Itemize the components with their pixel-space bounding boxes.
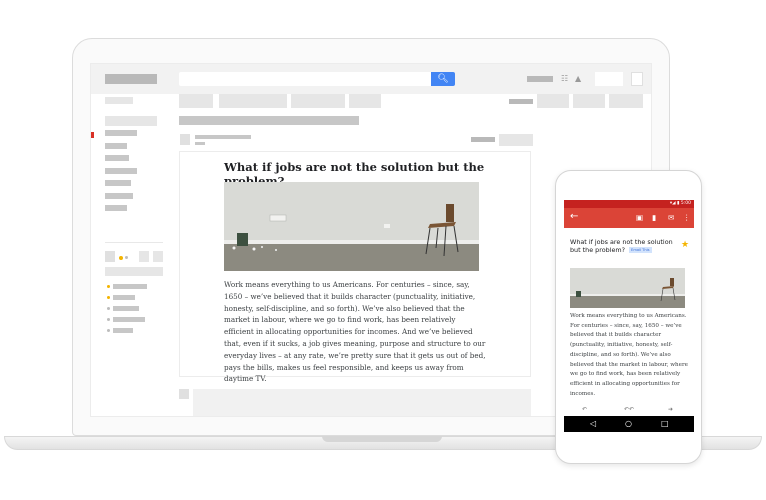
- nav-item[interactable]: [105, 168, 137, 174]
- nav-item[interactable]: [105, 193, 133, 199]
- date-placeholder: [471, 137, 495, 142]
- nav-item[interactable]: [105, 180, 131, 186]
- top-bar: 🔍︎ ☷ ▲: [91, 64, 651, 94]
- phone-nav-bar: ◁ ○ □: [564, 416, 694, 432]
- account-icon[interactable]: [631, 72, 643, 86]
- toolbar-button[interactable]: [291, 94, 345, 108]
- reply-icon[interactable]: ↶: [582, 406, 587, 413]
- laptop-notch: [322, 436, 442, 442]
- nav-back-icon[interactable]: ◁: [590, 418, 596, 430]
- contact-item[interactable]: [113, 317, 145, 322]
- nav-item[interactable]: [105, 143, 127, 149]
- empty-room-illustration: [570, 268, 685, 308]
- nav-header-placeholder: [105, 116, 157, 126]
- search-input[interactable]: [179, 72, 455, 86]
- contact-dot: [107, 285, 110, 288]
- phone-subject-text: What if jobs are not the solution but th…: [570, 238, 673, 255]
- compose-button[interactable]: [105, 97, 133, 104]
- message-body: Work means everything to us Americans. F…: [224, 280, 486, 384]
- signal-icon: ▾◢ ▮: [669, 201, 681, 206]
- contact-dot: [107, 307, 110, 310]
- apps-grid-icon[interactable]: ☷: [561, 74, 568, 84]
- forward-icon[interactable]: ➜: [668, 406, 673, 413]
- mail-icon[interactable]: ✉: [668, 212, 674, 223]
- reply-avatar: [179, 389, 189, 399]
- status-time: 5:00: [680, 201, 691, 206]
- nav-item[interactable]: [105, 155, 129, 161]
- contact-item[interactable]: [113, 284, 147, 289]
- pager-button[interactable]: [573, 94, 605, 108]
- sender-avatar: [180, 134, 190, 145]
- nav-item-inbox[interactable]: [105, 130, 137, 136]
- account-name-placeholder: [527, 76, 553, 82]
- contact-dot: [107, 329, 110, 332]
- search-button[interactable]: 🔍︎: [431, 72, 455, 86]
- logo-placeholder: [105, 74, 157, 84]
- phone-body: Work means everything to us Americans. F…: [570, 313, 688, 397]
- status-dot: [125, 256, 128, 259]
- reply-input[interactable]: [193, 389, 531, 416]
- delete-icon[interactable]: ▮: [652, 212, 656, 223]
- empty-room-illustration: [224, 182, 479, 271]
- phone-message-actions: ↶ ↶↶ ➜: [564, 406, 694, 414]
- message-hero-image: [224, 182, 479, 271]
- toolbar-button[interactable]: [219, 94, 287, 108]
- star-icon[interactable]: ★: [681, 240, 689, 250]
- pager-button[interactable]: [537, 94, 569, 108]
- divider: [105, 242, 163, 243]
- settings-button[interactable]: [609, 94, 643, 108]
- contact-item[interactable]: [113, 306, 139, 311]
- recipient-placeholder: [195, 142, 205, 145]
- contact-dot: [107, 296, 110, 299]
- subject-header-placeholder: [179, 116, 359, 125]
- nav-item[interactable]: [105, 205, 127, 211]
- archive-icon[interactable]: ▣: [636, 212, 643, 223]
- toolbar-button[interactable]: [349, 94, 381, 108]
- more-vert-icon[interactable]: ⋮: [683, 212, 691, 223]
- toolbar-button[interactable]: [179, 94, 213, 108]
- sender-name-placeholder: [195, 135, 251, 139]
- nav-recents-icon[interactable]: □: [661, 418, 669, 430]
- search-icon: 🔍︎: [437, 74, 449, 84]
- bell-icon[interactable]: ▲: [575, 74, 581, 84]
- phone-screen: ▾◢ ▮ 5:00 ← ▣ ▮ ✉ ⋮ What if jobs are not…: [564, 200, 694, 432]
- contact-dot: [107, 318, 110, 321]
- hangouts-search[interactable]: [105, 267, 163, 276]
- phone-status-bar: ▾◢ ▮ 5:00: [564, 200, 694, 208]
- phone-app-bar: ← ▣ ▮ ✉ ⋮: [564, 208, 694, 228]
- hangouts-avatar[interactable]: [105, 251, 115, 262]
- hangouts-button[interactable]: [153, 251, 163, 262]
- nav-home-icon[interactable]: ○: [625, 418, 632, 430]
- reply-button[interactable]: [499, 134, 533, 146]
- back-arrow-icon[interactable]: ←: [570, 211, 578, 223]
- contact-item[interactable]: [113, 295, 135, 300]
- label-chip[interactable]: Email This: [629, 247, 652, 254]
- page-count-placeholder: [509, 99, 533, 104]
- hangouts-button[interactable]: [139, 251, 149, 262]
- contact-item[interactable]: [113, 328, 133, 333]
- selected-folder-marker: [91, 132, 94, 138]
- account-switcher[interactable]: [595, 72, 623, 86]
- status-dot: [119, 256, 123, 260]
- phone-subject: What if jobs are not the solution but th…: [570, 238, 678, 255]
- phone-hero-image: [570, 268, 685, 308]
- reply-all-icon[interactable]: ↶↶: [624, 406, 634, 413]
